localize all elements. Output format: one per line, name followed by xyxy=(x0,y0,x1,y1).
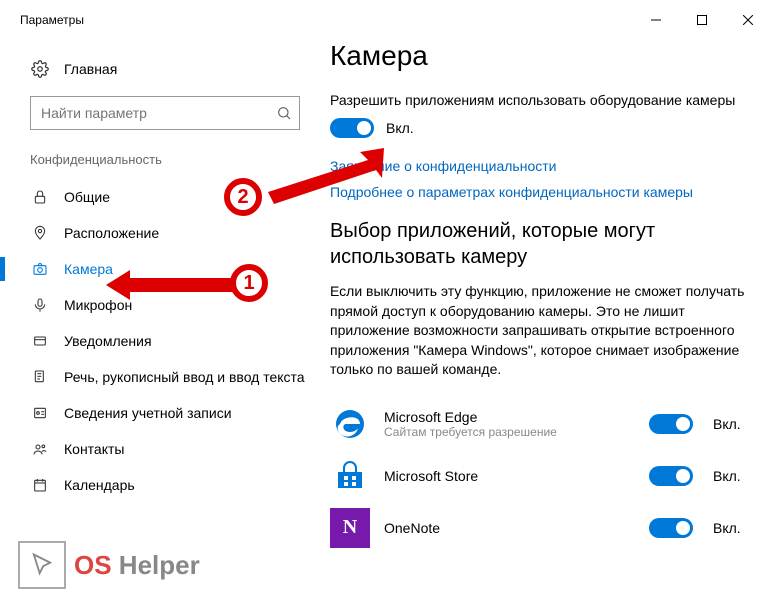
sidebar-item-label: Речь, рукописный ввод и ввод текста xyxy=(64,369,305,385)
sidebar-item-label: Микрофон xyxy=(64,297,132,313)
page-title: Камера xyxy=(330,40,747,72)
search-icon xyxy=(276,96,292,130)
location-icon xyxy=(30,225,50,241)
app-name: Microsoft Store xyxy=(384,468,635,484)
window-controls xyxy=(633,0,771,40)
sidebar-item-general[interactable]: Общие xyxy=(0,179,330,215)
app-row-edge: Microsoft Edge Сайтам требуется разрешен… xyxy=(330,398,747,450)
sidebar-item-notifications[interactable]: Уведомления xyxy=(0,323,330,359)
app-name: OneNote xyxy=(384,520,635,536)
app-toggle-onenote[interactable] xyxy=(649,518,693,538)
sidebar-item-speech[interactable]: Речь, рукописный ввод и ввод текста xyxy=(0,359,330,395)
sidebar-item-location[interactable]: Расположение xyxy=(0,215,330,251)
sidebar-item-label: Контакты xyxy=(64,441,124,457)
window-title: Параметры xyxy=(20,13,84,27)
onenote-icon: N xyxy=(330,508,370,548)
edge-icon xyxy=(330,404,370,444)
home-nav[interactable]: Главная xyxy=(0,54,330,84)
app-sub: Сайтам требуется разрешение xyxy=(384,425,635,439)
app-row-onenote: N OneNote Вкл. xyxy=(330,502,747,554)
app-name: Microsoft Edge xyxy=(384,409,635,425)
notifications-icon xyxy=(30,333,50,349)
sidebar-item-label: Общие xyxy=(64,189,110,205)
camera-icon xyxy=(30,261,50,277)
lock-icon xyxy=(30,189,50,205)
sidebar-item-microphone[interactable]: Микрофон xyxy=(0,287,330,323)
sidebar-item-account[interactable]: Сведения учетной записи xyxy=(0,395,330,431)
close-button[interactable] xyxy=(725,0,771,40)
sidebar-group-title: Конфиденциальность xyxy=(0,144,330,179)
maximize-button[interactable] xyxy=(679,0,725,40)
camera-access-toggle-label: Вкл. xyxy=(386,120,414,136)
sidebar-item-camera[interactable]: Камера xyxy=(0,251,330,287)
choose-apps-body: Если выключить эту функцию, приложение н… xyxy=(330,282,747,380)
sidebar-item-label: Сведения учетной записи xyxy=(64,405,232,421)
account-icon xyxy=(30,405,50,421)
sidebar-item-label: Уведомления xyxy=(64,333,152,349)
home-label: Главная xyxy=(64,61,117,77)
app-toggle-label: Вкл. xyxy=(713,520,747,536)
sidebar-item-label: Календарь xyxy=(64,477,135,493)
titlebar: Параметры xyxy=(0,0,771,40)
gear-icon xyxy=(30,60,50,78)
app-toggle-label: Вкл. xyxy=(713,468,747,484)
contacts-icon xyxy=(30,441,50,457)
sidebar-item-contacts[interactable]: Контакты xyxy=(0,431,330,467)
microphone-icon xyxy=(30,297,50,313)
store-icon xyxy=(330,456,370,496)
camera-access-toggle[interactable] xyxy=(330,118,374,138)
minimize-button[interactable] xyxy=(633,0,679,40)
speech-icon xyxy=(30,369,50,385)
app-toggle-label: Вкл. xyxy=(713,416,747,432)
calendar-icon xyxy=(30,477,50,493)
privacy-statement-link[interactable]: Заявление о конфиденциальности xyxy=(330,158,747,174)
sidebar-item-calendar[interactable]: Календарь xyxy=(0,467,330,503)
sidebar-item-label: Камера xyxy=(64,261,113,277)
search-container xyxy=(30,96,300,130)
allow-apps-heading: Разрешить приложениям использовать обору… xyxy=(330,92,747,108)
choose-apps-heading: Выбор приложений, которые могут использо… xyxy=(330,218,747,270)
app-row-store: Microsoft Store Вкл. xyxy=(330,450,747,502)
more-privacy-link[interactable]: Подробнее о параметрах конфиденциальност… xyxy=(330,184,747,200)
app-toggle-store[interactable] xyxy=(649,466,693,486)
content-pane: Камера Разрешить приложениям использоват… xyxy=(330,40,771,599)
search-input[interactable] xyxy=(30,96,300,130)
sidebar: Главная Конфиденциальность Общие Располо… xyxy=(0,40,330,599)
app-toggle-edge[interactable] xyxy=(649,414,693,434)
sidebar-item-label: Расположение xyxy=(64,225,159,241)
